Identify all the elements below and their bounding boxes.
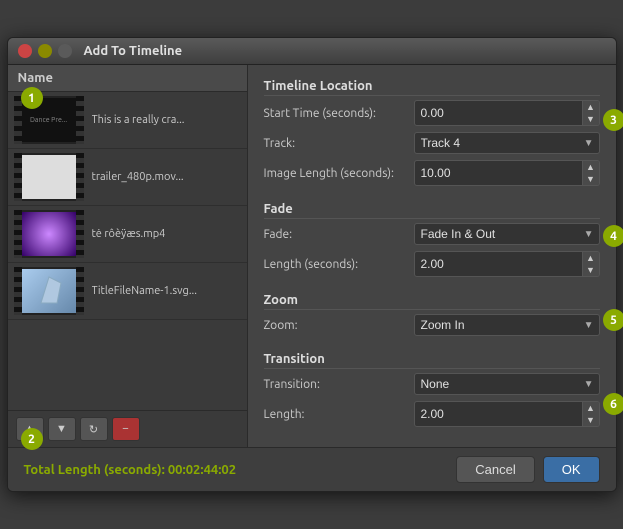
right-panel: Timeline Location Start Time (seconds): … [248, 65, 616, 447]
transition-length-row: Length: ▲ ▼ [264, 401, 600, 427]
fade-section-title: Fade [264, 202, 600, 219]
fade-length-up[interactable]: ▲ [583, 252, 599, 264]
left-toolbar: ▲ ▼ ↻ − [8, 410, 247, 447]
track-select[interactable]: Track 1 Track 2 Track 3 Track 4 Track 5 [414, 132, 600, 154]
remove-button[interactable]: − [112, 417, 140, 441]
list-item[interactable]: tė rôèÿæs.mp4 [8, 206, 247, 263]
film-strip-3 [14, 210, 84, 258]
circle-3: 3 [603, 109, 623, 131]
start-time-spinner: ▲ ▼ [583, 100, 600, 126]
timeline-section: Timeline Location Start Time (seconds): … [264, 79, 600, 192]
list-item[interactable]: trailer_480p.mov... [8, 149, 247, 206]
thumbnail-2 [22, 155, 76, 199]
list-header: Name [8, 65, 247, 92]
start-time-up[interactable]: ▲ [583, 101, 599, 113]
fade-label: Fade: [264, 228, 414, 241]
timeline-section-title: Timeline Location [264, 79, 600, 96]
circle-1: 1 [21, 87, 43, 109]
move-down-button[interactable]: ▼ [48, 417, 76, 441]
transition-section: Transition Transition: None Fade Wipe Di… [264, 352, 600, 433]
fade-row: Fade: None Fade In Fade Out Fade In & Ou… [264, 223, 600, 245]
transition-row: Transition: None Fade Wipe Dissolve ▼ [264, 373, 600, 395]
film-strip-4 [14, 267, 84, 315]
image-length-down[interactable]: ▼ [583, 173, 599, 185]
total-length-value: 00:02:44:02 [168, 463, 236, 477]
start-time-row: Start Time (seconds): ▲ ▼ [264, 100, 600, 126]
transition-length-down[interactable]: ▼ [583, 414, 599, 426]
fade-control: None Fade In Fade Out Fade In & Out ▼ [414, 223, 600, 245]
image-length-spinner: ▲ ▼ [583, 160, 600, 186]
titlebar: Add To Timeline [8, 38, 616, 65]
start-time-label: Start Time (seconds): [264, 107, 414, 120]
left-panel: Name Dance Pre... This is a really cra..… [8, 65, 248, 447]
file-name-2: trailer_480p.mov... [92, 171, 184, 183]
image-length-label: Image Length (seconds): [264, 167, 414, 180]
image-length-up[interactable]: ▲ [583, 161, 599, 173]
fade-length-row: Length (seconds): ▲ ▼ [264, 251, 600, 277]
fade-length-control: ▲ ▼ [414, 251, 600, 277]
fade-length-input[interactable] [414, 251, 583, 277]
cancel-button[interactable]: Cancel [456, 456, 534, 483]
add-to-timeline-dialog: Add To Timeline Name Dance Pre... This i… [7, 37, 617, 492]
start-time-input[interactable] [414, 100, 583, 126]
zoom-section-title: Zoom [264, 293, 600, 310]
transition-select-wrap: None Fade Wipe Dissolve ▼ [414, 373, 600, 395]
minimize-button[interactable] [38, 44, 52, 58]
transition-length-control: ▲ ▼ [414, 401, 600, 427]
track-row: Track: Track 1 Track 2 Track 3 Track 4 T… [264, 132, 600, 154]
thumbnail-3 [22, 212, 76, 256]
refresh-button[interactable]: ↻ [80, 417, 108, 441]
fade-length-down[interactable]: ▼ [583, 264, 599, 276]
transition-control: None Fade Wipe Dissolve ▼ [414, 373, 600, 395]
image-length-input[interactable] [414, 160, 583, 186]
list-item[interactable]: Dance Pre... This is a really cra... [8, 92, 247, 149]
bottom-bar: Total Length (seconds): 00:02:44:02 Canc… [8, 447, 616, 491]
image-length-row: Image Length (seconds): ▲ ▼ [264, 160, 600, 186]
thumbnail-4 [22, 269, 76, 313]
maximize-button[interactable] [58, 44, 72, 58]
circle-2: 2 [21, 428, 43, 450]
zoom-select-wrap: None Zoom In Zoom Out ▼ [414, 314, 600, 336]
dialog-title: Add To Timeline [84, 44, 183, 58]
transition-length-up[interactable]: ▲ [583, 402, 599, 414]
transition-length-label: Length: [264, 408, 414, 421]
zoom-label: Zoom: [264, 319, 414, 332]
transition-section-title: Transition [264, 352, 600, 369]
circle-6: 6 [603, 393, 623, 415]
start-time-down[interactable]: ▼ [583, 113, 599, 125]
zoom-row: Zoom: None Zoom In Zoom Out ▼ [264, 314, 600, 336]
list-item[interactable]: TitleFileName-1.svg... [8, 263, 247, 320]
circle-5: 5 [603, 309, 623, 331]
track-label: Track: [264, 137, 414, 150]
circle-4: 4 [603, 225, 623, 247]
file-name-3: tė rôèÿæs.mp4 [92, 228, 166, 240]
file-name-4: TitleFileName-1.svg... [92, 285, 197, 297]
zoom-section: Zoom Zoom: None Zoom In Zoom Out ▼ [264, 293, 600, 342]
fade-select[interactable]: None Fade In Fade Out Fade In & Out [414, 223, 600, 245]
track-select-wrap: Track 1 Track 2 Track 3 Track 4 Track 5 … [414, 132, 600, 154]
fade-length-spinner: ▲ ▼ [583, 251, 600, 277]
start-time-control: ▲ ▼ [414, 100, 600, 126]
fade-select-wrap: None Fade In Fade Out Fade In & Out ▼ [414, 223, 600, 245]
transition-select[interactable]: None Fade Wipe Dissolve [414, 373, 600, 395]
file-name-1: This is a really cra... [92, 114, 185, 126]
ok-button[interactable]: OK [543, 456, 600, 483]
transition-label: Transition: [264, 378, 414, 391]
dialog-body: Name Dance Pre... This is a really cra..… [8, 65, 616, 447]
zoom-select[interactable]: None Zoom In Zoom Out [414, 314, 600, 336]
file-list: Dance Pre... This is a really cra... tra… [8, 92, 247, 410]
track-control: Track 1 Track 2 Track 3 Track 4 Track 5 … [414, 132, 600, 154]
transition-length-input[interactable] [414, 401, 583, 427]
close-button[interactable] [18, 44, 32, 58]
film-strip-2 [14, 153, 84, 201]
transition-length-spinner: ▲ ▼ [583, 401, 600, 427]
fade-length-label: Length (seconds): [264, 258, 414, 271]
fade-section: Fade Fade: None Fade In Fade Out Fade In… [264, 202, 600, 283]
total-length-display: Total Length (seconds): 00:02:44:02 [24, 463, 237, 477]
zoom-control: None Zoom In Zoom Out ▼ [414, 314, 600, 336]
total-length-label: Total Length (seconds): [24, 463, 165, 477]
image-length-control: ▲ ▼ [414, 160, 600, 186]
